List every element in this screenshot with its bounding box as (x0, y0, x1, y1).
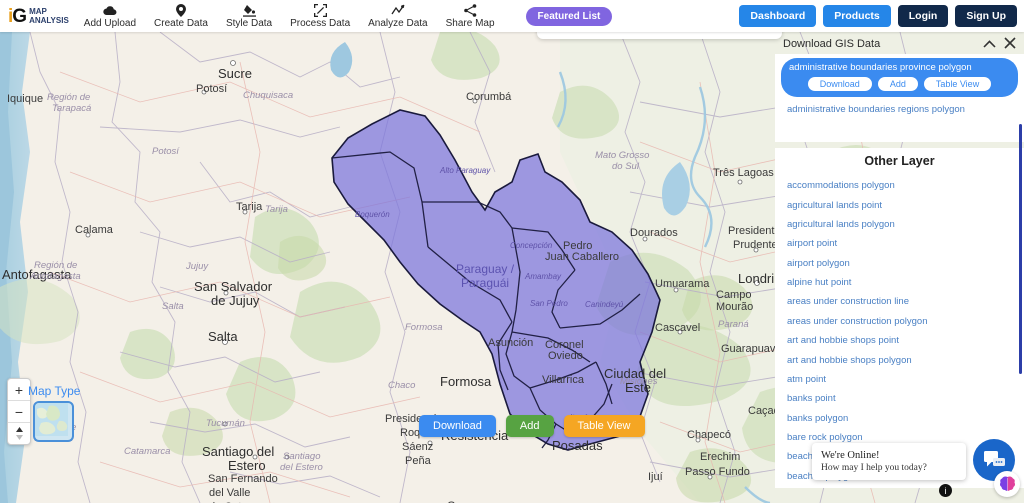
download-button[interactable]: Download (419, 415, 496, 437)
map-analysis-app: IquiqueSucrePotosíCalamaTarijaAntofagast… (0, 0, 1024, 503)
list-item[interactable]: atm point (775, 370, 1024, 389)
list-item[interactable]: areas under construction polygon (775, 312, 1024, 331)
nav-item-share-map[interactable]: Share Map (437, 3, 504, 30)
info-icon[interactable]: i (939, 484, 952, 497)
nav-item-style-data[interactable]: Style Data (217, 3, 281, 30)
zoom-out-button[interactable]: − (8, 401, 30, 423)
panel-scrollbar-thumb[interactable] (1019, 124, 1022, 374)
nav-label: Style Data (226, 18, 272, 29)
logo-text: MAP ANALYSIS (29, 7, 69, 25)
nav-item-add-upload[interactable]: Add Upload (75, 3, 145, 30)
other-layer-title: Other Layer (775, 148, 1024, 176)
layer-download-button[interactable]: Download (808, 77, 872, 91)
analytics-icon (391, 4, 405, 17)
share-icon (464, 4, 477, 17)
list-item[interactable]: agricultural lands polygon (775, 215, 1024, 234)
nav-label: Add Upload (84, 18, 136, 29)
list-item[interactable]: agricultural lands point (775, 195, 1024, 214)
other-layer-section: Other Layer accommodations polygonagricu… (775, 148, 1024, 488)
signup-button[interactable]: Sign Up (955, 5, 1017, 27)
list-item[interactable]: areas under construction line (775, 292, 1024, 311)
add-button[interactable]: Add (506, 415, 554, 437)
chat-greeting-bubble[interactable]: We're Online! How may I help you today? (812, 443, 966, 480)
map-bottom-actions: Download Add Table View (419, 415, 645, 437)
list-item[interactable]: airport point (775, 234, 1024, 253)
layer-add-button[interactable]: Add (878, 77, 918, 91)
gis-panel-header: Download GIS Data (775, 36, 1024, 54)
list-item[interactable]: administrative boundaries regions polygo… (775, 100, 1024, 119)
layer-table-view-button[interactable]: Table View (924, 77, 991, 91)
selected-layer-actions: Download Add Table View (789, 77, 1010, 91)
list-item[interactable]: accommodations polygon (775, 176, 1024, 195)
nav-item-process-data[interactable]: Process Data (281, 3, 359, 30)
table-view-button[interactable]: Table View (564, 415, 645, 437)
app-logo[interactable]: iG MAP ANALYSIS (6, 7, 69, 26)
cloud-upload-icon (103, 4, 117, 17)
zoom-in-button[interactable]: + (8, 379, 30, 401)
chat-title: We're Online! (821, 450, 957, 461)
nav-item-analyze-data[interactable]: Analyze Data (359, 3, 436, 30)
selected-layer-card[interactable]: administrative boundaries province polyg… (781, 58, 1018, 97)
nav-label: Process Data (290, 18, 350, 29)
nav-label: Analyze Data (368, 18, 427, 29)
nav-label: Share Map (446, 18, 495, 29)
products-button[interactable]: Products (823, 5, 891, 27)
gis-layer-list[interactable]: administrative boundaries province polyg… (775, 54, 1024, 142)
close-icon[interactable] (1004, 37, 1016, 51)
compass-button[interactable] (8, 423, 30, 444)
list-item[interactable]: art and hobbie shops polygon (775, 350, 1024, 369)
download-gis-data-panel: Download GIS Data administrative boundar… (775, 36, 1024, 488)
featured-list-button[interactable]: Featured List (526, 7, 613, 26)
login-button[interactable]: Login (898, 5, 949, 27)
list-item[interactable]: art and hobbie shops point (775, 331, 1024, 350)
map-type-label: Map Type (28, 384, 80, 398)
chat-subtitle: How may I help you today? (821, 463, 957, 473)
map-pin-icon (176, 4, 186, 17)
top-navigation-bar: iG MAP ANALYSIS Add Upload Create Data (0, 0, 1024, 32)
selected-layer-name: administrative boundaries province polyg… (789, 62, 1010, 73)
chat-icon (983, 450, 1006, 471)
auth-button-group: Dashboard Products Login Sign Up (739, 5, 1017, 27)
map-type-thumbnail[interactable] (33, 401, 74, 442)
gis-panel-title: Download GIS Data (783, 38, 975, 50)
list-item[interactable]: airport polygon (775, 254, 1024, 273)
primary-nav-items: Add Upload Create Data Style Data Proces… (75, 3, 504, 30)
ai-brain-button[interactable] (994, 471, 1020, 497)
list-item[interactable]: banks polygon (775, 409, 1024, 428)
list-item[interactable]: banks point (775, 389, 1024, 408)
brain-icon (998, 475, 1017, 494)
chevron-up-icon[interactable] (983, 38, 996, 50)
nav-item-create-data[interactable]: Create Data (145, 3, 217, 30)
transform-icon (314, 4, 327, 17)
paint-drop-icon (243, 4, 256, 17)
dashboard-button[interactable]: Dashboard (739, 5, 816, 27)
logo-mark: iG (6, 7, 26, 26)
nav-label: Create Data (154, 18, 208, 29)
list-item[interactable]: alpine hut point (775, 273, 1024, 292)
